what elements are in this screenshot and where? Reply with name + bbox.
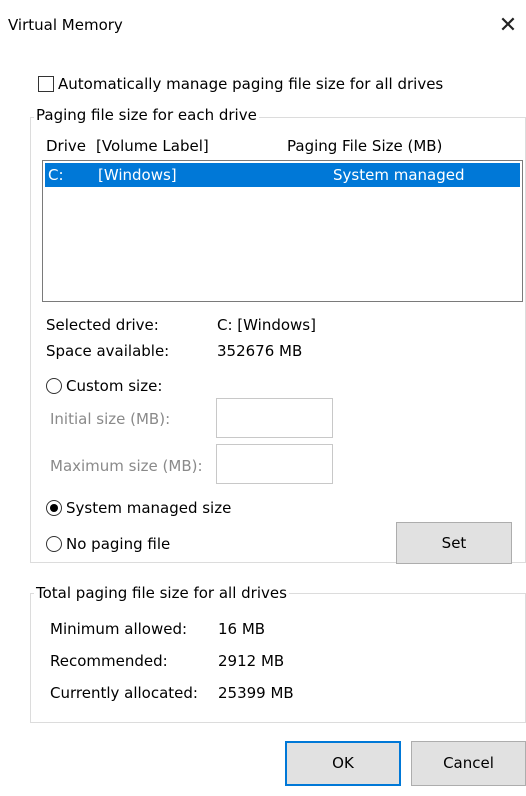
cancel-button[interactable]: Cancel xyxy=(411,741,526,786)
col-header-drive: Drive xyxy=(46,137,86,155)
close-icon[interactable]: ✕ xyxy=(494,12,522,40)
auto-manage-checkbox[interactable] xyxy=(38,76,54,92)
system-managed-label: System managed size xyxy=(66,499,232,517)
custom-size-radio-row[interactable]: Custom size: xyxy=(46,377,162,395)
system-managed-radio[interactable] xyxy=(46,500,62,516)
currently-allocated-label: Currently allocated: xyxy=(50,684,198,702)
recommended-value: 2912 MB xyxy=(218,652,285,670)
window-title: Virtual Memory xyxy=(8,16,123,34)
system-managed-radio-row[interactable]: System managed size xyxy=(46,499,231,517)
initial-size-input[interactable] xyxy=(216,398,333,438)
title-bar[interactable]: Virtual Memory ✕ xyxy=(0,0,526,50)
space-available-label: Space available: xyxy=(46,342,170,360)
row-drive: C: xyxy=(48,166,64,184)
custom-size-radio[interactable] xyxy=(46,378,62,394)
drives-group-legend: Paging file size for each drive xyxy=(34,106,259,124)
row-paging-size: System managed xyxy=(333,166,465,184)
total-group-legend: Total paging file size for all drives xyxy=(34,584,289,602)
custom-size-label: Custom size: xyxy=(66,377,163,395)
minimum-allowed-value: 16 MB xyxy=(218,620,266,638)
drive-listbox[interactable]: C: [Windows] System managed xyxy=(42,160,523,302)
set-button[interactable]: Set xyxy=(396,522,512,564)
initial-size-label: Initial size (MB): xyxy=(50,410,171,428)
drive-row-selected[interactable]: C: [Windows] System managed xyxy=(45,163,520,187)
currently-allocated-value: 25399 MB xyxy=(218,684,294,702)
row-volume-label: [Windows] xyxy=(98,166,177,184)
col-header-paging-size: Paging File Size (MB) xyxy=(287,137,443,155)
no-paging-file-radio-row[interactable]: No paging file xyxy=(46,535,170,553)
minimum-allowed-label: Minimum allowed: xyxy=(50,620,188,638)
no-paging-file-radio[interactable] xyxy=(46,536,62,552)
auto-manage-label: Automatically manage paging file size fo… xyxy=(58,75,444,93)
maximum-size-label: Maximum size (MB): xyxy=(50,457,203,475)
space-available-value: 352676 MB xyxy=(217,342,303,360)
selected-drive-value: C: [Windows] xyxy=(217,316,316,334)
maximum-size-input[interactable] xyxy=(216,444,333,484)
selected-drive-label: Selected drive: xyxy=(46,316,159,334)
col-header-volume-label: [Volume Label] xyxy=(96,137,209,155)
ok-button[interactable]: OK xyxy=(285,741,401,786)
recommended-label: Recommended: xyxy=(50,652,168,670)
auto-manage-checkbox-row[interactable]: Automatically manage paging file size fo… xyxy=(38,75,443,93)
no-paging-file-label: No paging file xyxy=(66,535,171,553)
